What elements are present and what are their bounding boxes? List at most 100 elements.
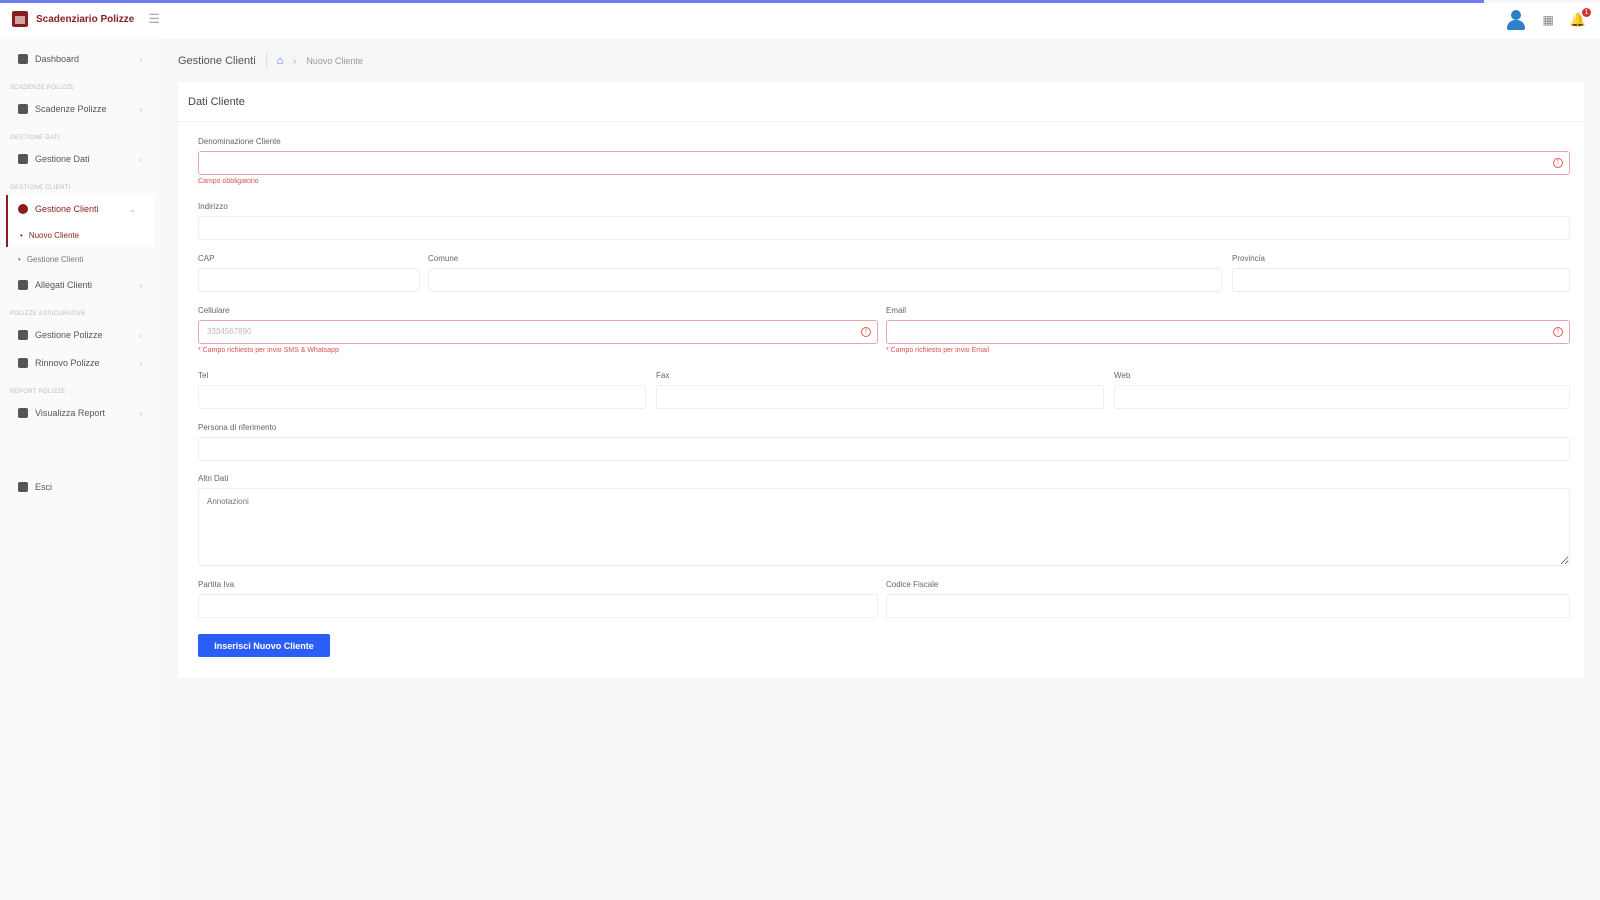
bell-icon[interactable]: 🔔 1	[1570, 8, 1591, 28]
topbar: Scadenziario Polizze ☰ ▦ 🔔 1	[0, 3, 1600, 39]
chevron-down-icon: ⌄	[129, 204, 136, 214]
cellulare-input[interactable]: 3334567890 !	[198, 320, 878, 344]
chevron-right-icon: ›	[293, 56, 297, 66]
sidebar-item-visualizza-report[interactable]: Visualizza Report ›	[0, 399, 160, 427]
menu-icon	[18, 358, 28, 368]
menu-icon	[18, 204, 28, 214]
calendar-logo-icon	[12, 11, 28, 27]
menu-icon	[18, 280, 28, 290]
menu-icon	[18, 104, 28, 114]
chevron-right-icon: ›	[139, 104, 142, 114]
sidebar-item-gestione-clienti[interactable]: Gestione Clienti ⌄	[6, 195, 154, 223]
sidebar-item-dashboard[interactable]: Dashboard ›	[0, 45, 160, 73]
field-error: * Campo richiesto per invio Email	[886, 347, 990, 354]
brand-name: Scadenziario Polizze	[36, 13, 135, 25]
altri-dati-field: Altri Dati	[198, 474, 1570, 569]
email-field: Email ! * Campo richiesto per invio Emai…	[886, 306, 1570, 354]
sidebar-item-label: Gestione Clienti	[35, 204, 99, 214]
field-label: Codice Fiscale	[886, 580, 939, 589]
top-actions: ▦ 🔔 1	[1506, 8, 1591, 31]
field-label: Altri Dati	[198, 474, 229, 483]
apps-grid-icon[interactable]: ▦	[1542, 13, 1553, 27]
sidebar-subitem-gestione-clienti[interactable]: Gestione Clienti	[0, 247, 160, 271]
field-label: Partita Iva	[198, 580, 235, 589]
field-label: Fax	[656, 371, 670, 380]
user-avatar-icon[interactable]	[1506, 9, 1526, 31]
denominazione-input[interactable]: !	[198, 151, 1570, 175]
menu-icon	[18, 330, 28, 340]
field-label: Denominazione Cliente	[198, 137, 281, 146]
field-label: Email	[886, 306, 907, 315]
sidebar-item-esci[interactable]: Esci	[0, 473, 160, 501]
codice-fiscale-input[interactable]	[886, 594, 1570, 618]
notification-badge: 1	[1582, 8, 1591, 17]
breadcrumb-divider	[265, 53, 267, 69]
card-title: Dati Cliente	[178, 82, 1584, 122]
field-error: * Campo richiesto per invio SMS & Whatsa…	[198, 347, 339, 354]
persona-riferimento-field: Persona di riferimento	[198, 423, 1570, 461]
denominazione-field: Denominazione Cliente ! Campo obbligator…	[198, 137, 1570, 185]
sidebar-section-gestione-clienti: GESTIONE CLIENTI	[10, 185, 71, 191]
sidebar: Dashboard › SCADENZE POLIZZE Scadenze Poliz…	[0, 39, 160, 900]
menu-icon	[18, 408, 28, 418]
home-icon[interactable]: ⌂	[277, 55, 284, 67]
field-label: Provincia	[1232, 254, 1265, 263]
codice-fiscale-field: Codice Fiscale	[886, 580, 1570, 618]
web-input[interactable]	[1114, 385, 1570, 409]
error-icon: !	[1553, 327, 1563, 337]
menu-icon	[18, 154, 28, 164]
field-label: CAP	[198, 254, 215, 263]
sidebar-item-label: Visualizza Report	[35, 408, 105, 418]
comune-input[interactable]	[428, 268, 1222, 292]
provincia-input[interactable]	[1232, 268, 1570, 292]
page-title: Gestione Clienti	[178, 55, 256, 67]
chevron-right-icon: ›	[139, 280, 142, 290]
breadcrumb: Gestione Clienti ⌂ › Nuovo Cliente	[178, 52, 363, 70]
sidebar-item-label: Rinnovo Polizze	[35, 358, 100, 368]
sidebar-section-scadenze-polizze: SCADENZE POLIZZE	[10, 85, 75, 91]
chevron-right-icon: ›	[139, 358, 142, 368]
field-label: Tel	[198, 371, 209, 380]
partita-iva-field: Partita Iva	[198, 580, 878, 618]
menu-icon	[18, 54, 28, 64]
input-placeholder: 3334567890	[207, 327, 252, 336]
indirizzo-input[interactable]	[198, 216, 1570, 240]
cap-input[interactable]	[198, 268, 420, 292]
sidebar-subitem-nuovo-cliente[interactable]: Nuovo Cliente	[6, 223, 154, 247]
tel-input[interactable]	[198, 385, 646, 409]
field-label: Indirizzo	[198, 202, 228, 211]
fax-input[interactable]	[656, 385, 1104, 409]
sidebar-item-label: Scadenze Polizze	[35, 104, 107, 114]
sidebar-item-label: Esci	[35, 482, 53, 492]
chevron-right-icon: ›	[139, 408, 142, 418]
sidebar-item-rinnovo-polizze[interactable]: Rinnovo Polizze ›	[0, 349, 160, 377]
fax-field: Fax	[656, 371, 1104, 409]
persona-riferimento-input[interactable]	[198, 437, 1570, 461]
error-icon: !	[1553, 158, 1563, 168]
partita-iva-input[interactable]	[198, 594, 878, 618]
sidebar-section-polizze-assicurative: POLIZZE ASSICURATIVE	[10, 311, 86, 317]
sidebar-item-label: Allegati Clienti	[35, 280, 93, 290]
email-input[interactable]: !	[886, 320, 1570, 344]
sidebar-item-label: Dashboard	[35, 54, 80, 64]
menu-toggle-icon[interactable]: ☰	[148, 11, 160, 27]
sidebar-section-report-polizze: REPORT POLIZZE	[10, 389, 66, 395]
altri-dati-textarea[interactable]	[198, 488, 1570, 566]
field-label: Cellulare	[198, 306, 230, 315]
sidebar-item-label: Gestione Polizze	[35, 330, 103, 340]
brand[interactable]: Scadenziario Polizze ☰	[12, 11, 160, 27]
sidebar-item-gestione-polizze[interactable]: Gestione Polizze ›	[0, 321, 160, 349]
field-error: Campo obbligatorio	[198, 178, 259, 185]
sidebar-item-allegati-clienti[interactable]: Allegati Clienti ›	[0, 271, 160, 299]
sidebar-item-gestione-dati[interactable]: Gestione Dati ›	[0, 145, 160, 173]
breadcrumb-current: Nuovo Cliente	[306, 56, 363, 66]
tel-field: Tel	[198, 371, 646, 409]
chevron-right-icon: ›	[139, 54, 142, 64]
insert-client-button[interactable]: Inserisci Nuovo Cliente	[198, 634, 330, 657]
comune-field: Comune	[428, 254, 1222, 292]
cellulare-field: Cellulare 3334567890 ! * Campo richiesto…	[198, 306, 878, 354]
error-icon: !	[861, 327, 871, 337]
provincia-field: Provincia	[1232, 254, 1570, 292]
web-field: Web	[1114, 371, 1570, 409]
sidebar-item-scadenze-polizze[interactable]: Scadenze Polizze ›	[0, 95, 160, 123]
